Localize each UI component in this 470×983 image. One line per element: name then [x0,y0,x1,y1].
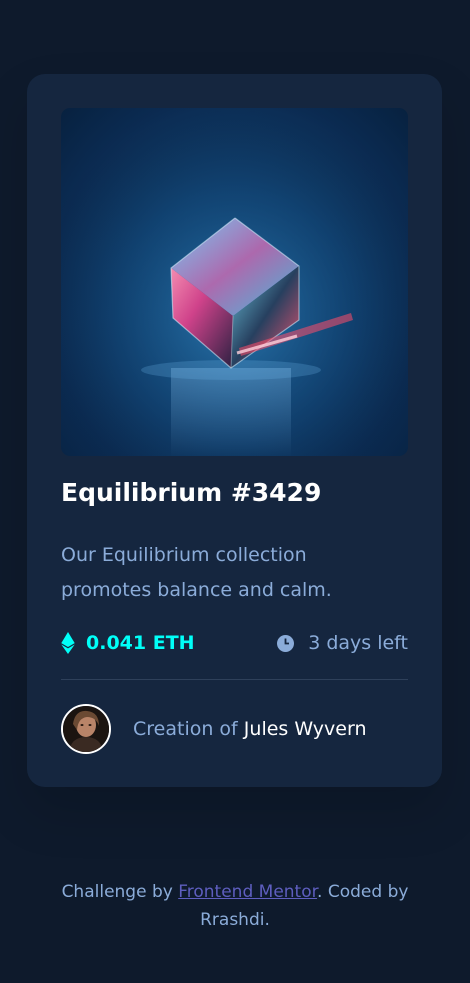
frontend-mentor-link[interactable]: Frontend Mentor [178,882,317,902]
nft-title[interactable]: Equilibrium #3429 [61,478,321,507]
creator-name[interactable]: Jules Wyvern [244,718,367,740]
time-left-value: 3 days left [308,632,408,654]
attribution-suffix: . Coded by [317,882,409,902]
creator: Creation of Jules Wyvern [61,704,367,754]
nft-card: Equilibrium #3429 Our Equilibrium collec… [27,74,442,787]
ethereum-icon [61,632,75,654]
clock-icon [277,634,295,652]
attribution-prefix: Challenge by [61,882,173,902]
time-left: 3 days left [277,627,408,659]
divider [61,679,408,680]
attribution-author[interactable]: Rrashdi. [200,910,270,930]
equilibrium-image[interactable] [61,108,408,456]
avatar [61,704,111,754]
nft-stats: 0.041 ETH 3 days left [61,627,408,659]
attribution: Challenge by Frontend Mentor. Coded by R… [0,878,470,934]
attribution-text: Challenge by Frontend Mentor. Coded by R… [35,878,435,934]
avatar-image [63,706,109,752]
creator-text: Creation of Jules Wyvern [133,718,367,740]
creator-prefix: Creation of [133,718,238,740]
price: 0.041 ETH [61,627,195,659]
price-value: 0.041 ETH [86,632,195,654]
nft-description: Our Equilibrium collection promotes bala… [61,544,332,601]
cube-illustration [61,108,408,456]
